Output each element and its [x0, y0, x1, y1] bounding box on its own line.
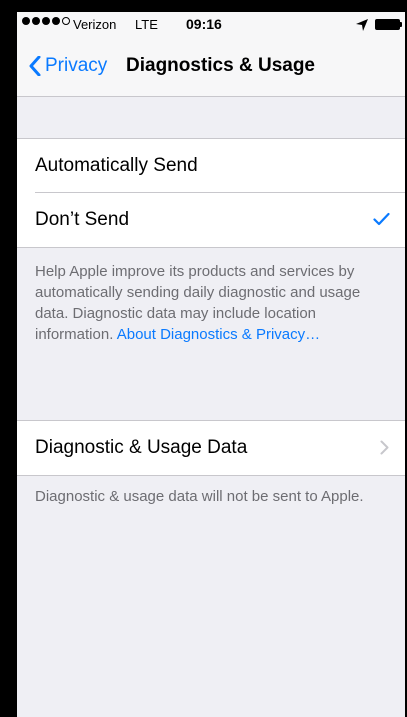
battery-tip-icon: [400, 22, 402, 27]
help-description: Help Apple improve its products and serv…: [35, 261, 385, 345]
page-title: Diagnostics & Usage: [126, 55, 315, 76]
option-dont-send[interactable]: Don’t Send: [17, 193, 405, 247]
back-button-label: Privacy: [45, 55, 108, 76]
carrier-name: Verizon: [73, 17, 117, 32]
option-automatically-send[interactable]: Automatically Send: [35, 139, 405, 193]
network-type: LTE: [135, 17, 158, 32]
chevron-left-icon: [29, 56, 41, 76]
location-arrow-icon: [356, 19, 368, 31]
checkmark-icon: [373, 212, 390, 226]
diagnostic-usage-data-row[interactable]: Diagnostic & Usage Data: [17, 421, 405, 475]
usage-data-group: Diagnostic & Usage Data: [17, 420, 405, 476]
send-options-group: Automatically Send Don’t Send: [17, 138, 405, 248]
chevron-right-icon: [380, 440, 389, 455]
back-button[interactable]: Privacy: [29, 55, 107, 77]
navigation-bar: Privacy Diagnostics & Usage: [17, 38, 405, 97]
status-time: 09:16: [186, 16, 222, 32]
usage-data-footer: Diagnostic & usage data will not be sent…: [35, 488, 364, 505]
battery-icon: [375, 19, 400, 30]
option-automatically-send-label: Automatically Send: [35, 154, 198, 176]
signal-strength-icon: [22, 17, 70, 25]
diagnostic-usage-data-label: Diagnostic & Usage Data: [35, 437, 248, 458]
option-dont-send-label: Don’t Send: [35, 209, 130, 230]
about-diagnostics-link[interactable]: About Diagnostics & Privacy…: [117, 326, 320, 343]
status-bar: Verizon LTE 09:16: [17, 12, 405, 38]
settings-screen: Verizon LTE 09:16 Privacy Diagnostics & …: [17, 12, 405, 717]
